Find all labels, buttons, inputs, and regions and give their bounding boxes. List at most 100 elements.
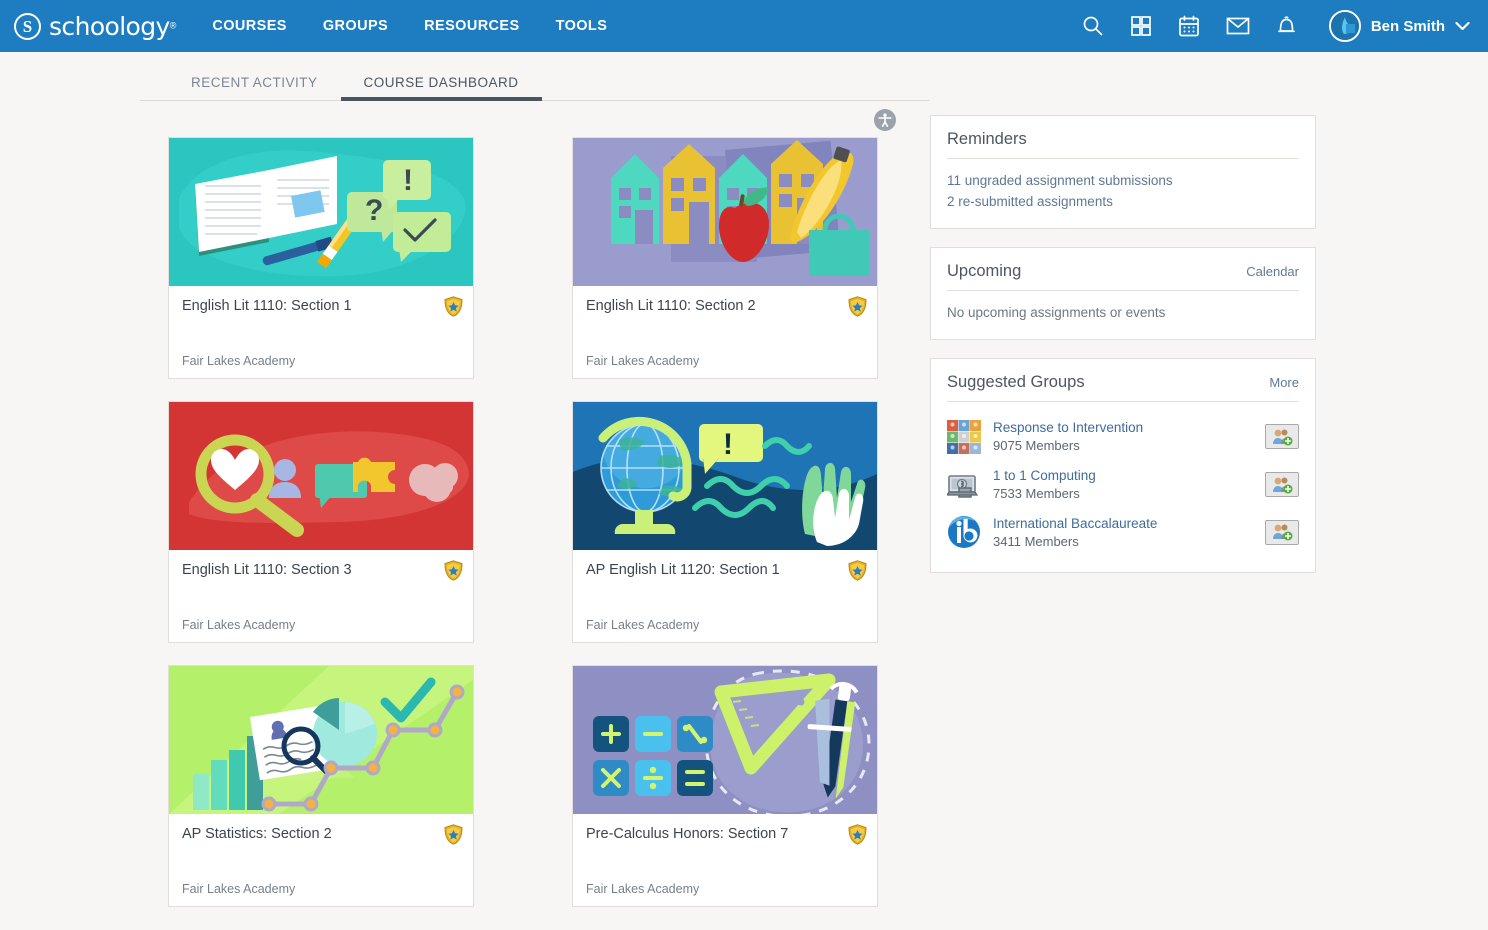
user-menu[interactable]: Ben Smith [1328,10,1470,42]
course-shield-badge [444,296,463,317]
reminders-header: Reminders [947,130,1299,159]
trademark-symbol: ® [169,20,177,31]
course-card-body: AP English Lit 1120: Section 1 Fair Lake… [573,550,877,642]
course-thumbnail-book-notes: ? ! [169,138,473,286]
course-card[interactable]: ! AP English Lit 1120: Section 1 Fair La… [572,401,878,643]
svg-text:?: ? [365,194,383,227]
rti-grid-icon [947,419,981,454]
messages-envelope-icon[interactable] [1226,16,1250,36]
course-school: Fair Lakes Academy [182,618,296,632]
course-shield-badge [848,296,867,317]
calendar-link[interactable]: Calendar [1246,264,1299,279]
svg-text:!: ! [403,164,413,197]
course-school: Fair Lakes Academy [182,882,296,896]
suggested-groups-header: Suggested Groups More [947,373,1299,402]
calendar-icon[interactable] [1178,15,1200,38]
group-name[interactable]: Response to Intervention [993,419,1265,437]
add-to-group-button[interactable] [1265,519,1299,545]
course-card-body: English Lit 1110: Section 3 Fair Lakes A… [169,550,473,642]
course-card[interactable]: English Lit 1110: Section 2 Fair Lakes A… [572,137,878,379]
upcoming-title: Upcoming [947,262,1022,280]
reminders-title: Reminders [947,130,1027,148]
avatar [1328,10,1361,42]
course-shield-badge [848,824,867,845]
nav-tools[interactable]: TOOLS [554,14,610,38]
schoology-logo-mark: S [14,12,41,40]
group-info: International Baccalaureate 3411 Members [993,515,1265,551]
svg-text:!: ! [723,428,733,461]
sidebar-column: Reminders 11 ungraded assignment submiss… [930,101,1330,907]
course-cards-grid: ? ! English Lit 1110: Section 1 Fair Lak… [168,137,930,907]
course-school: Fair Lakes Academy [586,882,700,896]
schoology-logo-text: schoology [49,11,170,41]
list-item: International Baccalaureate 3411 Members [947,509,1299,557]
page-content: ? ! English Lit 1110: Section 1 Fair Lak… [0,101,1488,907]
upcoming-header: Upcoming Calendar [947,262,1299,291]
course-shield-badge [848,560,867,581]
reminder-ungraded-submissions[interactable]: 11 ungraded assignment submissions [947,170,1299,191]
course-card-body: English Lit 1110: Section 2 Fair Lakes A… [573,286,877,378]
upcoming-empty-text: No upcoming assignments or events [947,305,1166,320]
course-title[interactable]: English Lit 1110: Section 2 [586,297,864,315]
upcoming-panel: Upcoming Calendar No upcoming assignment… [930,247,1316,340]
course-card[interactable]: ? ! English Lit 1110: Section 1 Fair Lak… [168,137,474,379]
nav-courses[interactable]: COURSES [210,14,289,38]
dashboard-tabs: RECENT ACTIVITY COURSE DASHBOARD [0,52,1488,101]
nav-resources[interactable]: RESOURCES [422,14,521,38]
chevron-down-icon[interactable] [1455,19,1470,34]
group-member-count: 9075 Members [993,438,1080,454]
course-card-body: English Lit 1110: Section 1 Fair Lakes A… [169,286,473,378]
course-thumbnail-math-symbols [573,666,877,814]
group-info: Response to Intervention 9075 Members [993,419,1265,455]
primary-nav-links: COURSES GROUPS RESOURCES TOOLS [210,14,609,38]
reminders-panel: Reminders 11 ungraded assignment submiss… [930,115,1316,229]
add-to-group-button[interactable] [1265,424,1299,450]
accessibility-icon[interactable] [874,109,896,131]
group-name[interactable]: 1 to 1 Computing [993,467,1265,485]
list-item: 1 to 1 Computing 7533 Members [945,461,1299,509]
course-school: Fair Lakes Academy [586,618,700,632]
group-member-count: 3411 Members [993,533,1079,549]
laptop-icon [945,468,981,502]
course-card-body: AP Statistics: Section 2 Fair Lakes Acad… [169,814,473,906]
course-card[interactable]: Pre-Calculus Honors: Section 7 Fair Lake… [572,665,878,907]
suggested-groups-title: Suggested Groups [947,373,1085,391]
user-name-label: Ben Smith [1370,17,1445,35]
course-shield-badge [444,560,463,581]
schoology-logo[interactable]: S schoology® [14,12,176,41]
add-to-group-button[interactable] [1265,472,1299,498]
course-shield-badge [444,824,463,845]
course-card[interactable]: AP Statistics: Section 2 Fair Lakes Acad… [168,665,474,907]
top-navigation-bar: S schoology® COURSES GROUPS RESOURCES TO… [0,0,1488,52]
list-item: Response to Intervention 9075 Members [947,413,1299,461]
tab-course-dashboard[interactable]: COURSE DASHBOARD [340,75,542,101]
course-title[interactable]: English Lit 1110: Section 3 [182,561,460,579]
group-name[interactable]: International Baccalaureate [993,515,1265,533]
suggested-groups-panel: Suggested Groups More Response to Interv… [930,358,1316,574]
course-title[interactable]: Pre-Calculus Honors: Section 7 [586,825,864,843]
course-dashboard-column: ? ! English Lit 1110: Section 1 Fair Lak… [0,101,930,907]
course-thumbnail-magnifier-heart [169,402,473,550]
apps-grid-icon[interactable] [1130,15,1152,37]
notifications-bell-icon[interactable] [1276,15,1297,38]
nav-groups[interactable]: GROUPS [321,14,390,38]
course-thumbnail-globe-waves-hands: ! [573,402,877,550]
tab-recent-activity[interactable]: RECENT ACTIVITY [168,75,341,101]
course-title[interactable]: English Lit 1110: Section 1 [182,297,460,315]
group-info: 1 to 1 Computing 7533 Members [993,467,1265,503]
course-school: Fair Lakes Academy [586,354,700,368]
course-title[interactable]: AP Statistics: Section 2 [182,825,460,843]
course-card-body: Pre-Calculus Honors: Section 7 Fair Lake… [573,814,877,906]
course-card[interactable]: English Lit 1110: Section 3 Fair Lakes A… [168,401,474,643]
course-school: Fair Lakes Academy [182,354,296,368]
course-thumbnail-houses-food [573,138,877,286]
accessibility-toolbar [168,101,930,137]
search-icon[interactable] [1082,15,1104,37]
nav-utility-icons: Ben Smith [1082,10,1470,42]
course-title[interactable]: AP English Lit 1120: Section 1 [586,561,864,579]
reminder-resubmitted-assignments[interactable]: 2 re-submitted assignments [947,191,1299,212]
ib-logo-icon [947,515,981,549]
more-groups-link[interactable]: More [1269,375,1299,390]
course-thumbnail-charts-graphs [169,666,473,814]
group-member-count: 7533 Members [993,485,1080,501]
